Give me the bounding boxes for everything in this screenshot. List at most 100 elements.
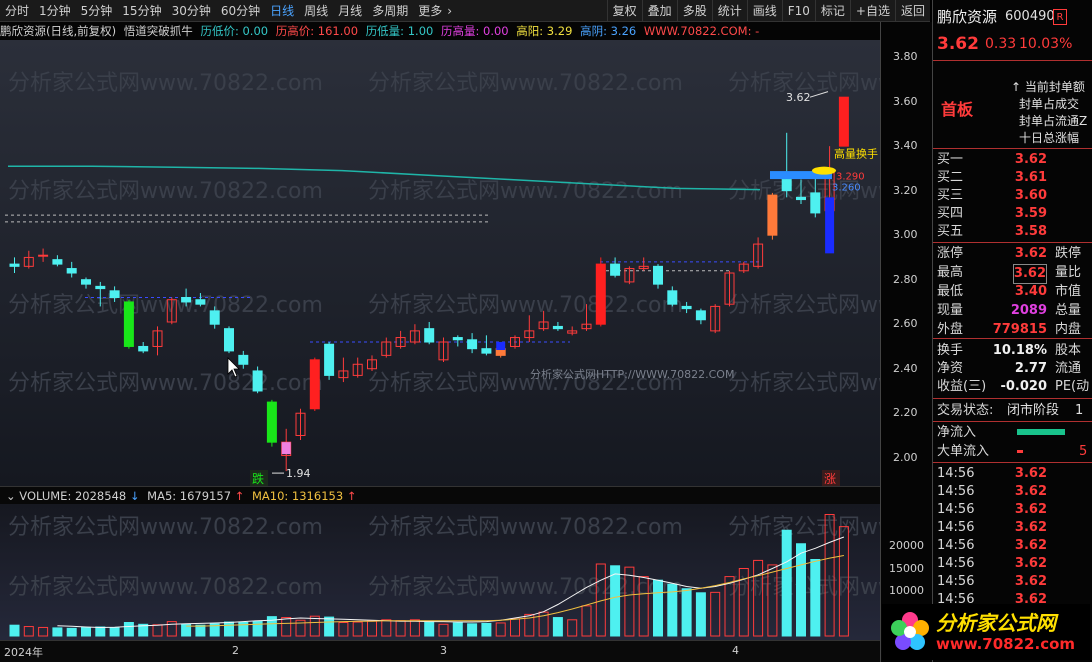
period-tab[interactable]: 更多 <box>413 0 447 22</box>
volume-bar <box>810 559 821 637</box>
period-tab[interactable]: 60分钟 <box>216 0 265 22</box>
separator <box>933 421 1092 422</box>
bid-row[interactable]: 买三 3.60 <box>933 187 1092 205</box>
volume-bar <box>224 621 234 637</box>
tick-time: 14:56 <box>937 556 975 571</box>
candle-body <box>123 301 134 347</box>
candle-body <box>38 254 49 257</box>
candle <box>338 357 349 383</box>
volume-bar <box>309 615 320 637</box>
volume-bar <box>495 622 506 637</box>
period-tab[interactable]: 周线 <box>299 0 333 22</box>
stat-row: 涨停 3.62 跌停 <box>933 245 1092 263</box>
collapse-icon[interactable]: ⌄ <box>6 489 16 503</box>
bid-row[interactable]: 买五 3.58 <box>933 223 1092 241</box>
period-tab[interactable]: 15分钟 <box>117 0 166 22</box>
watermark-text: 分析家公式网www.70822.com <box>8 179 323 204</box>
stat-ext-label: 量比 <box>1055 265 1082 280</box>
toolbar-action-button[interactable]: 标记 <box>814 0 850 22</box>
bid-row[interactable]: 买四 3.59 <box>933 205 1092 223</box>
toolbar-action-button[interactable]: 复权 <box>606 0 642 22</box>
date-axis: 2024年 2 3 4 <box>0 640 880 662</box>
candle <box>381 337 392 358</box>
tick-row: 14:56 3.62 <box>933 573 1092 591</box>
volume-bar <box>95 626 106 637</box>
stock-code: 600490 <box>1005 9 1055 24</box>
candle-body <box>695 310 706 321</box>
kline-chart[interactable]: 分析家公式网www.70822.com 分析家公式网www.70822.com 分析… <box>0 40 880 486</box>
watermark-text: 分析家公式网www.70822.com <box>368 575 683 600</box>
candle <box>224 326 234 354</box>
watermark-text: 分析家公式网www.70822.com <box>728 371 880 396</box>
candle <box>252 366 263 394</box>
toolbar-action-button[interactable]: 统计 <box>711 0 747 22</box>
candle-body <box>9 263 20 267</box>
stat-ext-label: 总量 <box>1055 303 1082 318</box>
candle <box>295 408 306 440</box>
indicator-name[interactable]: 悟道突破抓牛 <box>124 24 193 38</box>
separator <box>933 60 1092 61</box>
stat-row: 收益(三) -0.020 PE(动 <box>933 378 1092 396</box>
price-tick-label: 2.60 <box>893 317 918 330</box>
volume-bar <box>367 620 377 637</box>
more-chevron-icon[interactable]: › <box>447 0 457 22</box>
toolbar-action-button[interactable]: 画线 <box>746 0 782 22</box>
tick-price: 3.62 <box>1014 574 1047 589</box>
toolbar-action-button[interactable]: 叠加 <box>641 0 677 22</box>
candle <box>481 335 492 356</box>
date-tick-label: 4 <box>732 644 739 657</box>
separator <box>933 398 1092 399</box>
stat-label: 换手 <box>937 343 964 358</box>
period-tab[interactable]: 5分钟 <box>76 0 118 22</box>
toolbar-action-button[interactable]: 返回 <box>894 0 930 22</box>
period-tab[interactable]: 1分钟 <box>34 0 76 22</box>
volume-bar <box>409 619 420 637</box>
volume-bar <box>481 622 492 637</box>
candle <box>753 237 764 269</box>
period-tab[interactable]: 30分钟 <box>167 0 216 22</box>
board-info-line: 封单占成交 <box>1019 97 1080 111</box>
candles <box>9 96 849 472</box>
candle <box>123 299 134 349</box>
period-tab[interactable]: 月线 <box>333 0 367 22</box>
candle-body <box>552 325 563 330</box>
candle <box>324 342 335 380</box>
volume-value: VOLUME: 2028548 <box>19 489 127 503</box>
tick-price: 3.62 <box>1014 466 1047 481</box>
volume-bar <box>23 626 34 637</box>
candle <box>395 330 406 349</box>
toolbar-action-button[interactable]: +自选 <box>849 0 895 22</box>
toolbar-action-button[interactable]: F10 <box>781 0 815 22</box>
candle <box>152 326 163 356</box>
stat-row: 最低 3.40 市值 <box>933 283 1092 301</box>
stat-value: 2.77 <box>1014 361 1047 376</box>
bid-row[interactable]: 买二 3.61 <box>933 169 1092 187</box>
candle <box>510 335 520 349</box>
period-tab[interactable]: 多周期 <box>367 0 413 22</box>
low-price-label: 1.94 <box>286 467 311 480</box>
highest-price: 历高价: 161.00 <box>275 24 359 38</box>
stat-row: 现量 2089 总量 <box>933 302 1092 320</box>
period-tab[interactable]: 日线 <box>265 0 299 22</box>
watermark-text: 分析家公式网www.70822.com <box>8 515 323 540</box>
volume-bar <box>281 617 292 637</box>
tick-time: 14:56 <box>937 484 975 499</box>
volume-bar <box>653 579 663 637</box>
volume-bar <box>610 565 621 637</box>
toolbar-action-button[interactable]: 多股 <box>676 0 712 22</box>
bid-row[interactable]: 买一 3.62 <box>933 151 1092 169</box>
signal-marker <box>496 342 506 351</box>
ma10-arrow-icon: ↑ <box>346 489 357 503</box>
period-tab[interactable]: 分时 <box>0 0 34 22</box>
trade-status-label: 交易状态: <box>937 403 994 418</box>
rzrq-badge: R <box>1053 9 1067 25</box>
volume-bar <box>109 627 120 637</box>
volume-bar <box>81 626 91 637</box>
volume-bar <box>710 591 721 637</box>
volume-bar <box>52 627 63 637</box>
candle-body <box>195 299 206 305</box>
volume-chart[interactable]: 分析家公式网www.70822.com 分析家公式网www.70822.com 分析… <box>0 504 880 640</box>
candle-body <box>324 343 335 376</box>
volume-arrow-icon: ↓ <box>129 489 140 503</box>
candle <box>452 335 463 347</box>
